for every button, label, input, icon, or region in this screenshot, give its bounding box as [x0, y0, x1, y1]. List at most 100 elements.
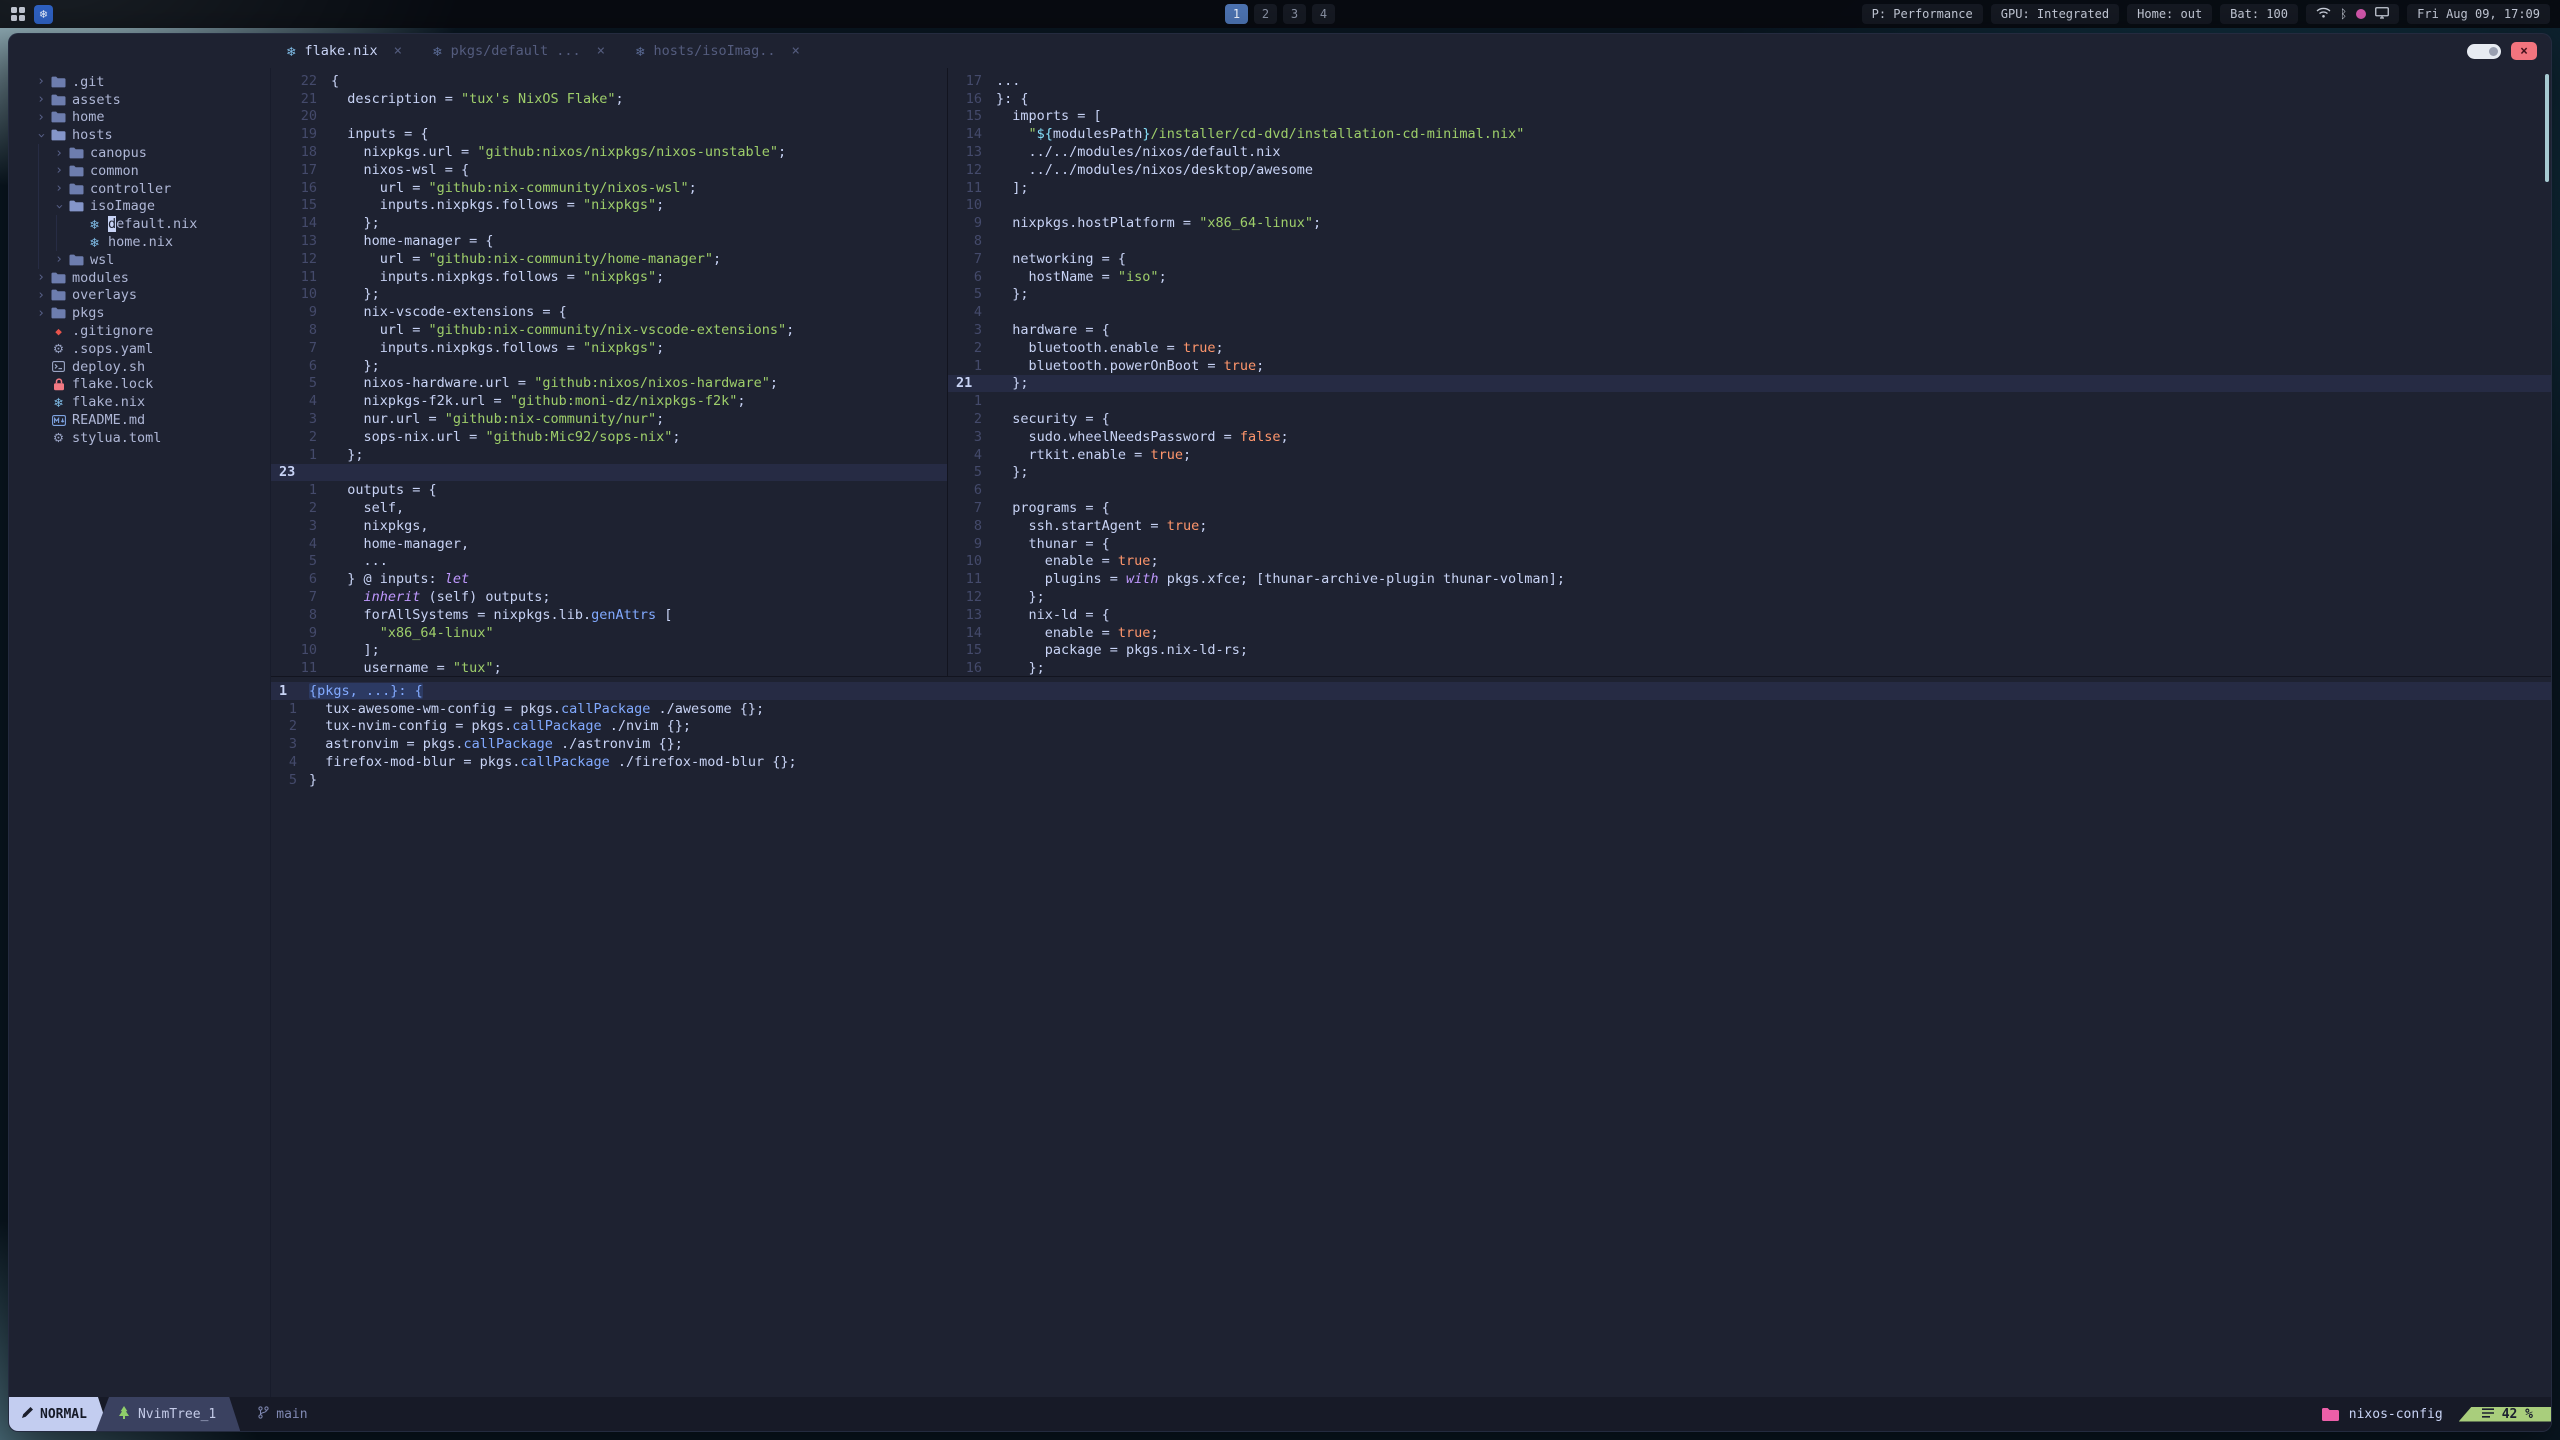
- code-line[interactable]: 18 nixpkgs.url = "github:nixos/nixpkgs/n…: [271, 143, 947, 161]
- code-line[interactable]: 11 plugins = with pkgs.xfce; [thunar-arc…: [948, 570, 2551, 588]
- code-line[interactable]: 10 };: [271, 286, 947, 304]
- workspace-4[interactable]: 4: [1312, 4, 1335, 24]
- code-line[interactable]: 19 inputs = {: [271, 125, 947, 143]
- code-line[interactable]: 21 description = "tux's NixOS Flake";: [271, 90, 947, 108]
- stat-home[interactable]: Home: out: [2127, 4, 2213, 24]
- code-line[interactable]: 8 ssh.startAgent = true;: [948, 517, 2551, 535]
- code-line[interactable]: 3 hardware = {: [948, 321, 2551, 339]
- tree-item-assets[interactable]: › assets: [33, 91, 270, 109]
- code-line[interactable]: 13 nix-ld = {: [948, 606, 2551, 624]
- code-line[interactable]: 6 };: [271, 357, 947, 375]
- tree-item-flake-lock[interactable]: flake.lock: [33, 376, 270, 394]
- code-line[interactable]: 17 nixos-wsl = {: [271, 161, 947, 179]
- tab-hosts-isoimag[interactable]: ❄ hosts/isoImag.. ×: [620, 34, 815, 68]
- stat-bat[interactable]: Bat: 100: [2220, 4, 2298, 24]
- code-line[interactable]: 9 "x86_64-linux": [271, 624, 947, 642]
- code-line[interactable]: 2 self,: [271, 499, 947, 517]
- close-icon[interactable]: ×: [597, 43, 605, 59]
- code-line[interactable]: 7 inputs.nixpkgs.follows = "nixpkgs";: [271, 339, 947, 357]
- code-line[interactable]: 4 nixpkgs-f2k.url = "github:moni-dz/nixp…: [271, 392, 947, 410]
- code-line[interactable]: 12 url = "github:nix-community/home-mana…: [271, 250, 947, 268]
- code-line[interactable]: 14 };: [271, 214, 947, 232]
- code-line[interactable]: 1: [948, 392, 2551, 410]
- accent-dot-icon[interactable]: [2356, 9, 2367, 19]
- code-line[interactable]: 8 url = "github:nix-community/nix-vscode…: [271, 321, 947, 339]
- apps-grid-icon[interactable]: [10, 6, 26, 22]
- tab-pkgs-default[interactable]: ❄ pkgs/default ... ×: [417, 34, 620, 68]
- code-line[interactable]: 9 nixpkgs.hostPlatform = "x86_64-linux";: [948, 214, 2551, 232]
- wifi-icon[interactable]: [2316, 7, 2331, 21]
- code-line[interactable]: 10 ];: [271, 642, 947, 660]
- code-line[interactable]: 17...: [948, 72, 2551, 90]
- nix-badge-icon[interactable]: ❄: [34, 4, 53, 24]
- workspace-3[interactable]: 3: [1283, 4, 1306, 24]
- code-line[interactable]: 3 nur.url = "github:nix-community/nur";: [271, 410, 947, 428]
- code-line[interactable]: 9 thunar = {: [948, 535, 2551, 553]
- stat-p[interactable]: P: Performance: [1861, 4, 1983, 24]
- workspace-1[interactable]: 1: [1225, 4, 1248, 24]
- workspace-2[interactable]: 2: [1254, 4, 1277, 24]
- code-line[interactable]: 16}: {: [948, 90, 2551, 108]
- code-line[interactable]: 13 ../../modules/nixos/default.nix: [948, 143, 2551, 161]
- code-line[interactable]: 8: [948, 232, 2551, 250]
- code-line[interactable]: 1 bluetooth.powerOnBoot = true;: [948, 357, 2551, 375]
- code-line[interactable]: 2 sops-nix.url = "github:Mic92/sops-nix"…: [271, 428, 947, 446]
- code-line[interactable]: 3 sudo.wheelNeedsPassword = false;: [948, 428, 2551, 446]
- code-line[interactable]: 1 tux-awesome-wm-config = pkgs.callPacka…: [271, 700, 2551, 718]
- code-line[interactable]: 23: [271, 463, 947, 482]
- code-line[interactable]: 3 astronvim = pkgs.callPackage ./astronv…: [271, 735, 2551, 753]
- code-line[interactable]: 15 imports = [: [948, 108, 2551, 126]
- code-line[interactable]: 1 };: [271, 446, 947, 464]
- code-line[interactable]: 4: [948, 303, 2551, 321]
- code-line[interactable]: 10: [948, 197, 2551, 215]
- code-line[interactable]: 11 ];: [948, 179, 2551, 197]
- tree-item-wsl[interactable]: › wsl: [33, 250, 270, 269]
- code-line[interactable]: 10 enable = true;: [948, 553, 2551, 571]
- tree-item-default-nix[interactable]: ❄ default.nix: [33, 215, 270, 234]
- tree-item-git[interactable]: › .git: [33, 73, 270, 91]
- code-line[interactable]: 15 package = pkgs.nix-ld-rs;: [948, 642, 2551, 660]
- code-line[interactable]: 5 ...: [271, 553, 947, 571]
- code-line[interactable]: 6 } @ inputs: let: [271, 570, 947, 588]
- code-line[interactable]: 21 };: [948, 374, 2551, 393]
- code-line[interactable]: 1 {pkgs, ...}: {: [271, 682, 2551, 700]
- code-line[interactable]: 2 tux-nvim-config = pkgs.callPackage ./n…: [271, 718, 2551, 736]
- tree-item-sops-yaml[interactable]: ⚙ .sops.yaml: [33, 340, 270, 358]
- code-line[interactable]: 11 username = "tux";: [271, 659, 947, 676]
- tree-item-controller[interactable]: › controller: [33, 179, 270, 198]
- code-line[interactable]: 11 inputs.nixpkgs.follows = "nixpkgs";: [271, 268, 947, 286]
- code-line[interactable]: 16 };: [948, 659, 2551, 676]
- scrollbar[interactable]: [2545, 74, 2549, 182]
- code-line[interactable]: 13 home-manager = {: [271, 232, 947, 250]
- code-line[interactable]: 9 nix-vscode-extensions = {: [271, 303, 947, 321]
- stat-gpu[interactable]: GPU: Integrated: [1990, 4, 2120, 24]
- bluetooth-icon[interactable]: ᛒ: [2340, 7, 2347, 21]
- code-line[interactable]: 8 forAllSystems = nixpkgs.lib.genAttrs [: [271, 606, 947, 624]
- code-line[interactable]: 22 {: [271, 72, 947, 90]
- tree-item-pkgs[interactable]: › pkgs: [33, 304, 270, 322]
- code-line[interactable]: 5 };: [948, 464, 2551, 482]
- window-close-button[interactable]: ×: [2511, 42, 2537, 60]
- code-line[interactable]: 4 home-manager,: [271, 535, 947, 553]
- code-line[interactable]: 20: [271, 108, 947, 126]
- code-line[interactable]: 14 enable = true;: [948, 624, 2551, 642]
- code-line[interactable]: 1 outputs = {: [271, 481, 947, 499]
- window-pin-toggle[interactable]: [2467, 43, 2501, 59]
- code-line[interactable]: 5}: [271, 771, 2551, 789]
- code-line[interactable]: 4 firefox-mod-blur = pkgs.callPackage ./…: [271, 753, 2551, 771]
- display-icon[interactable]: [2375, 6, 2390, 22]
- tree-item-hosts[interactable]: › hosts: [33, 126, 270, 144]
- close-icon[interactable]: ×: [394, 43, 402, 59]
- code-line[interactable]: 2 security = {: [948, 410, 2551, 428]
- code-line[interactable]: 7 inherit (self) outputs;: [271, 588, 947, 606]
- code-line[interactable]: 2 bluetooth.enable = true;: [948, 339, 2551, 357]
- code-line[interactable]: 7 networking = {: [948, 250, 2551, 268]
- tree-item-common[interactable]: › common: [33, 161, 270, 180]
- tree-item-deploy-sh[interactable]: deploy.sh: [33, 358, 270, 376]
- code-line[interactable]: 3 nixpkgs,: [271, 517, 947, 535]
- tab-flake-nix[interactable]: ❄ flake.nix ×: [271, 34, 417, 68]
- close-icon[interactable]: ×: [791, 43, 799, 59]
- tree-item-modules[interactable]: › modules: [33, 269, 270, 287]
- tree-item-flake-nix[interactable]: ❄ flake.nix: [33, 393, 270, 411]
- code-line[interactable]: 12 ../../modules/nixos/desktop/awesome: [948, 161, 2551, 179]
